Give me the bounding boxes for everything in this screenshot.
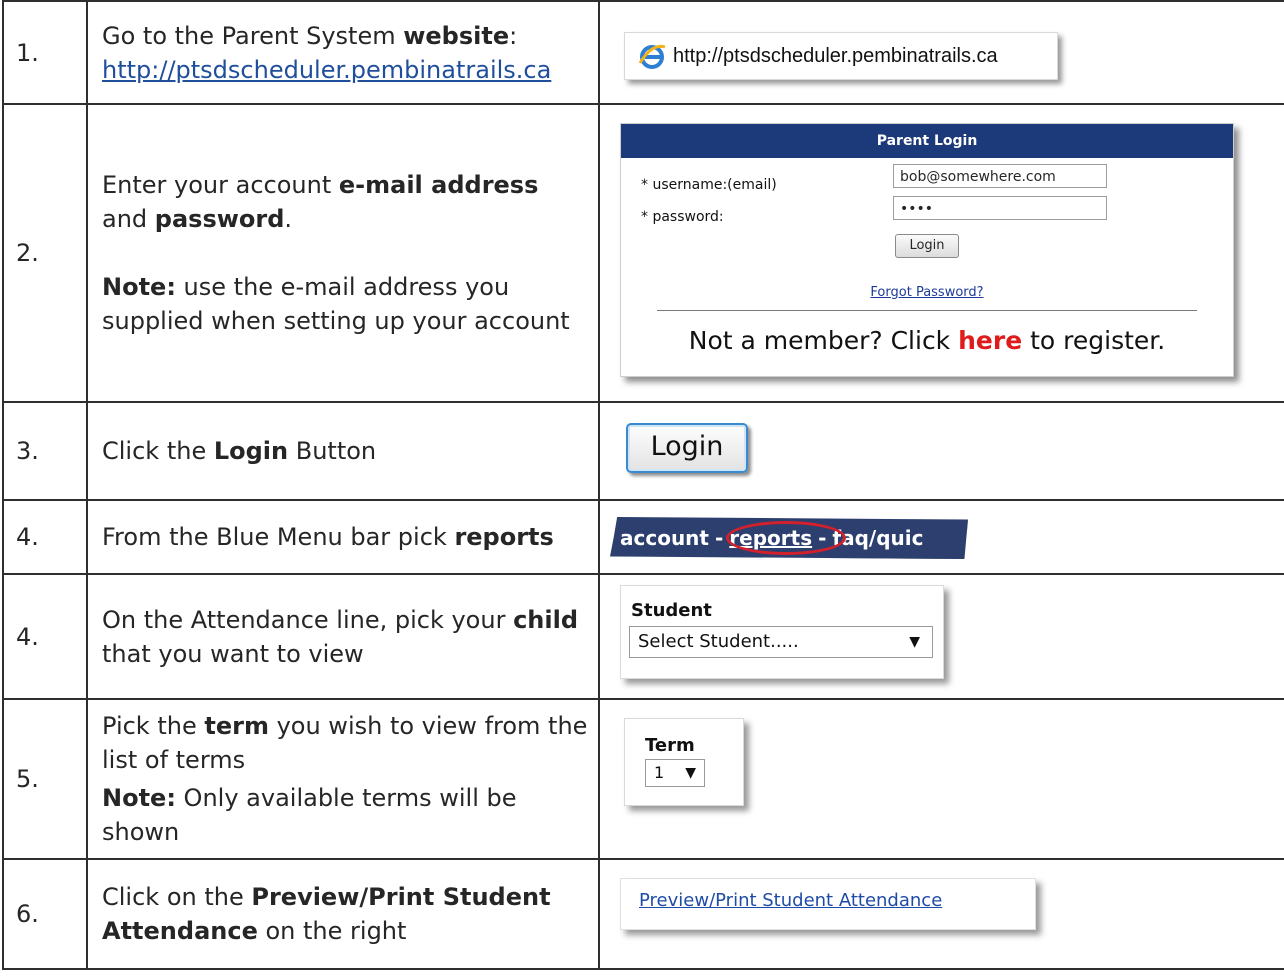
instructions-table: 1. Go to the Parent System website: http… [2, 0, 1284, 970]
step-text-bold: child [513, 605, 579, 634]
step-number: 4. [2, 499, 88, 575]
parent-login-panel: Parent Login * username:(email) bob@some… [620, 123, 1234, 377]
step-number: 2. [2, 103, 88, 403]
register-link[interactable]: here [958, 326, 1022, 355]
term-label: Term [645, 735, 695, 756]
login-button[interactable]: Login [626, 423, 748, 473]
step-text-plain: From the Blue Menu bar pick [102, 523, 455, 551]
term-select-value: 1 [654, 763, 665, 782]
register-text: Not a member? Click [688, 326, 959, 355]
internet-explorer-icon [638, 44, 666, 69]
student-selector-panel: Student Select Student..... ▼ [620, 585, 944, 679]
forgot-password-link[interactable]: Forgot Password? [621, 276, 1233, 310]
step-number: 1. [2, 0, 88, 105]
student-label: Student [631, 600, 712, 621]
divider [657, 310, 1197, 311]
step-row-5: 4. On the Attendance line, pick your chi… [2, 573, 1284, 700]
step-text-plain: Button [288, 437, 377, 465]
note-label: Note: [102, 784, 176, 812]
website-link[interactable]: http://ptsdscheduler.pembinatrails.ca [102, 56, 551, 84]
step-text: On the Attendance line, pick your child … [86, 573, 600, 700]
step-screenshot: Student Select Student..... ▼ [598, 573, 1284, 700]
step-number: 5. [2, 698, 88, 860]
menu-separator: - [714, 526, 724, 550]
step-number: 6. [2, 858, 88, 970]
preview-print-attendance-link[interactable]: Preview/Print Student Attendance [620, 878, 1036, 930]
highlight-circle [726, 521, 846, 555]
step-text-plain: Click on the [102, 883, 252, 911]
step-text-plain: Enter your account [102, 171, 339, 199]
step-row-4: 4. From the Blue Menu bar pick reports a… [2, 499, 1284, 575]
step-text-plain: Click the [102, 437, 214, 465]
register-text: to register. [1022, 326, 1166, 355]
username-label: * username:(email) [641, 177, 777, 193]
note-label: Note: [102, 273, 176, 301]
chevron-down-icon: ▼ [685, 765, 696, 781]
step-number: 4. [2, 573, 88, 700]
menu-item-account[interactable]: account [620, 526, 709, 550]
step-text-bold: e-mail address [338, 171, 539, 199]
step-text-plain: Go to the Parent System [102, 21, 404, 50]
step-text-bold: term [204, 712, 269, 740]
menu-item-faq[interactable]: faq/quic [832, 526, 923, 550]
step-row-3: 3. Click the Login Button Login [2, 401, 1284, 501]
step-screenshot: Term 1 ▼ [598, 698, 1284, 860]
step-row-7: 6. Click on the Preview/Print Student At… [2, 858, 1284, 970]
step-text-bold: Login [213, 437, 289, 465]
username-field[interactable]: bob@somewhere.com [893, 164, 1107, 188]
login-panel-header: Parent Login [621, 124, 1233, 158]
step-text: Enter your account e-mail address and pa… [86, 103, 600, 403]
step-text: Click the Login Button [86, 401, 600, 501]
step-text-plain: on the right [257, 917, 407, 945]
step-text-plain: Pick the [102, 712, 205, 740]
step-text-bold: reports [454, 523, 554, 551]
step-screenshot: Login [598, 401, 1284, 501]
step-row-6: 5. Pick the term you wish to view from t… [2, 698, 1284, 860]
step-text-plain: and [102, 205, 155, 233]
step-text-plain: : [509, 21, 518, 50]
address-url: http://ptsdscheduler.pembinatrails.ca [673, 45, 998, 67]
step-row-1: 1. Go to the Parent System website: http… [2, 0, 1284, 105]
password-field[interactable]: •••• [893, 196, 1107, 220]
step-screenshot: account - reports - faq/quic [598, 499, 1284, 575]
step-screenshot: http://ptsdscheduler.pembinatrails.ca [598, 0, 1284, 105]
student-select-value: Select Student..... [638, 631, 799, 652]
step-text-bold: password [154, 205, 285, 233]
step-text-plain: that you want to view [102, 639, 364, 668]
chevron-down-icon: ▼ [909, 634, 920, 650]
step-text-bold: website [403, 21, 510, 50]
step-number: 3. [2, 401, 88, 501]
step-text: Pick the term you wish to view from the … [86, 698, 600, 860]
step-text: Click on the Preview/Print Student Atten… [86, 858, 600, 970]
step-text: From the Blue Menu bar pick reports [86, 499, 600, 575]
step-text: Go to the Parent System website: http://… [86, 0, 600, 105]
student-select[interactable]: Select Student..... ▼ [629, 626, 933, 658]
step-screenshot: Parent Login * username:(email) bob@some… [598, 103, 1284, 403]
step-text-plain: . [284, 205, 293, 233]
register-prompt: Not a member? Click here to register. [621, 324, 1233, 358]
step-text-plain: On the Attendance line, pick your [102, 605, 514, 634]
step-screenshot: Preview/Print Student Attendance [598, 858, 1284, 970]
login-button[interactable]: Login [895, 234, 959, 258]
term-select[interactable]: 1 ▼ [645, 759, 705, 787]
term-selector-panel: Term 1 ▼ [624, 718, 744, 806]
blue-menu-bar: account - reports - faq/quic [610, 517, 968, 559]
browser-address-bar[interactable]: http://ptsdscheduler.pembinatrails.ca [624, 32, 1058, 80]
password-label: * password: [641, 209, 724, 225]
step-row-2: 2. Enter your account e-mail address and… [2, 103, 1284, 403]
